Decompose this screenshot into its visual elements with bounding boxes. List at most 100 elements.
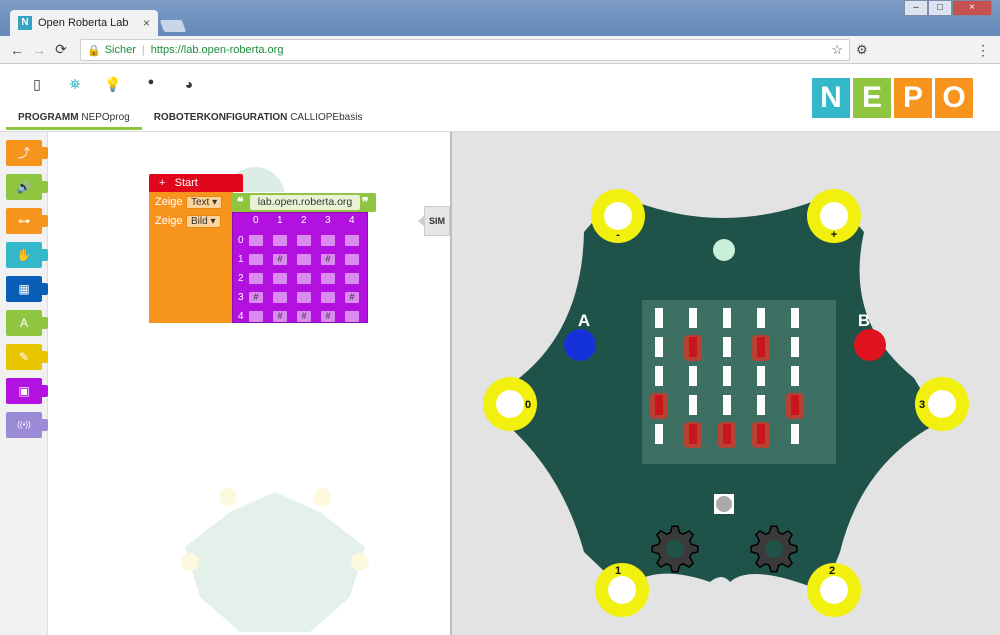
logo-letter: O: [935, 78, 973, 118]
image-pixel-cell[interactable]: #: [273, 311, 287, 322]
image-pixel-cell[interactable]: [273, 273, 287, 284]
close-window-button[interactable]: ×: [952, 0, 992, 16]
led-on: [689, 337, 697, 357]
led-off: [791, 424, 799, 444]
forward-icon[interactable]: →: [28, 42, 50, 58]
image-pixel-cell[interactable]: [321, 292, 335, 303]
image-pixel-cell[interactable]: #: [345, 292, 359, 303]
bookmark-star-icon[interactable]: ☆: [831, 42, 843, 58]
robot-icon[interactable]: ⛯: [66, 76, 84, 94]
toolbox-category-colour-icon[interactable]: ✎: [6, 344, 48, 370]
start-block[interactable]: + Start: [149, 174, 243, 192]
image-pixel-cell[interactable]: [345, 254, 359, 265]
image-pixel-cell[interactable]: [273, 235, 287, 246]
led-off: [723, 308, 731, 328]
tab-program-label: PROGRAMM: [18, 112, 79, 123]
image-pixel-cell[interactable]: [345, 235, 359, 246]
maximize-button[interactable]: □: [928, 0, 952, 16]
image-pixel-cell[interactable]: [345, 273, 359, 284]
tab-config-name: CALLIOPEbasis: [290, 112, 363, 123]
image-pixel-cell[interactable]: [321, 273, 335, 284]
secure-label: Sicher: [104, 44, 136, 56]
tab-title: Open Roberta Lab: [38, 17, 129, 29]
image-pixel-cell[interactable]: [249, 254, 263, 265]
image-pixel-cell[interactable]: [297, 254, 311, 265]
lightbulb-icon[interactable]: 💡: [104, 76, 122, 94]
image-pixel-cell[interactable]: #: [249, 292, 263, 303]
led-off: [655, 366, 663, 386]
image-row-label: 1: [238, 254, 244, 265]
back-icon[interactable]: ←: [6, 42, 28, 58]
led-off: [757, 308, 765, 328]
reload-icon[interactable]: ⟳: [50, 41, 72, 58]
gear-hub: [666, 540, 684, 558]
image-block[interactable]: 0 1 2 3 4 0 1 # #2 3 # #4 # # #: [232, 212, 368, 323]
toolbox-category-communication-icon[interactable]: ((•)): [6, 412, 48, 438]
new-tab-button[interactable]: [159, 20, 187, 32]
image-pixel-cell[interactable]: #: [273, 254, 287, 265]
text-value-field[interactable]: lab.open.roberta.org: [250, 195, 360, 210]
led-off: [723, 366, 731, 386]
toolbox-category-logic-icon[interactable]: ⊶: [6, 208, 48, 234]
toolbox-category-sensors-icon[interactable]: ✋: [6, 242, 48, 268]
tab-robot-configuration[interactable]: ROBOTERKONFIGURATION CALLIOPEbasis: [142, 110, 375, 130]
text-block[interactable]: ❝ lab.open.roberta.org ❞: [232, 193, 376, 212]
pin-pad-hole: [928, 390, 956, 418]
start-plus-icon: +: [159, 177, 166, 189]
tab-program[interactable]: PROGRAMM NEPOprog: [6, 110, 142, 130]
image-pixel-cell[interactable]: [321, 235, 335, 246]
minimize-button[interactable]: –: [904, 0, 928, 16]
toolbox-category-text-icon[interactable]: A: [6, 310, 48, 336]
program-icon[interactable]: ▯: [28, 76, 46, 94]
toolbox-category-math-icon[interactable]: ▦: [6, 276, 48, 302]
pin-label: 3: [919, 399, 925, 411]
tab-close-icon[interactable]: ×: [143, 16, 150, 30]
led-matrix: [642, 300, 836, 464]
led-off: [723, 395, 731, 415]
show-text-label: Zeige: [155, 196, 183, 208]
image-pixel-cell[interactable]: [345, 311, 359, 322]
led-off: [791, 308, 799, 328]
url-text: https://lab.open-roberta.org: [150, 44, 284, 56]
button-b-label: B: [858, 311, 870, 330]
image-pixel-cell[interactable]: [249, 311, 263, 322]
image-pixel-cell[interactable]: [297, 235, 311, 246]
toolbox-category-sound-icon[interactable]: 🔊: [6, 174, 48, 200]
image-pixel-cell[interactable]: [297, 292, 311, 303]
led-off: [655, 424, 663, 444]
image-pixel-cell[interactable]: [249, 273, 263, 284]
led-off: [791, 337, 799, 357]
pin-label: 2: [829, 565, 835, 577]
user-icon[interactable]: ●: [142, 76, 160, 94]
extension-icon[interactable]: ⚙: [856, 42, 868, 58]
browser-menu-icon[interactable]: ⋮: [976, 42, 990, 59]
sim-toggle-button[interactable]: SIM: [418, 206, 450, 236]
show-type-dropdown[interactable]: Text ▾: [186, 196, 223, 209]
image-pixel-cell[interactable]: #: [297, 311, 311, 322]
show-type-dropdown[interactable]: Bild ▾: [186, 215, 221, 228]
led-on: [757, 424, 765, 444]
calliope-board: - +0 3 1 2 A B: [483, 189, 969, 617]
lock-icon: 🔒: [87, 44, 101, 57]
button-a: [564, 329, 596, 361]
led-off: [655, 308, 663, 328]
toolbox-category-control-icon[interactable]: ⤴: [6, 140, 48, 166]
image-pixel-cell[interactable]: #: [321, 254, 335, 265]
browser-tab[interactable]: N Open Roberta Lab ×: [10, 10, 158, 36]
image-col-label: 0: [253, 215, 259, 226]
image-pixel-cell[interactable]: [297, 273, 311, 284]
rgb-led: [713, 239, 735, 261]
open-roberta-favicon: N: [18, 16, 32, 30]
reset-button: [716, 496, 732, 512]
image-col-label: 1: [277, 215, 283, 226]
toolbox-category-image-icon[interactable]: ▣: [6, 378, 48, 404]
image-pixel-cell[interactable]: [273, 292, 287, 303]
image-pixel-cell[interactable]: #: [321, 311, 335, 322]
led-off: [757, 366, 765, 386]
image-row-label: 3: [238, 292, 244, 303]
image-pixel-cell[interactable]: [249, 235, 263, 246]
quote-open-icon: ❝: [237, 195, 244, 209]
address-bar[interactable]: 🔒 Sicher | https://lab.open-roberta.org …: [80, 39, 850, 61]
show-stack-body[interactable]: [149, 192, 233, 323]
globe-icon[interactable]: ◕: [180, 76, 198, 94]
